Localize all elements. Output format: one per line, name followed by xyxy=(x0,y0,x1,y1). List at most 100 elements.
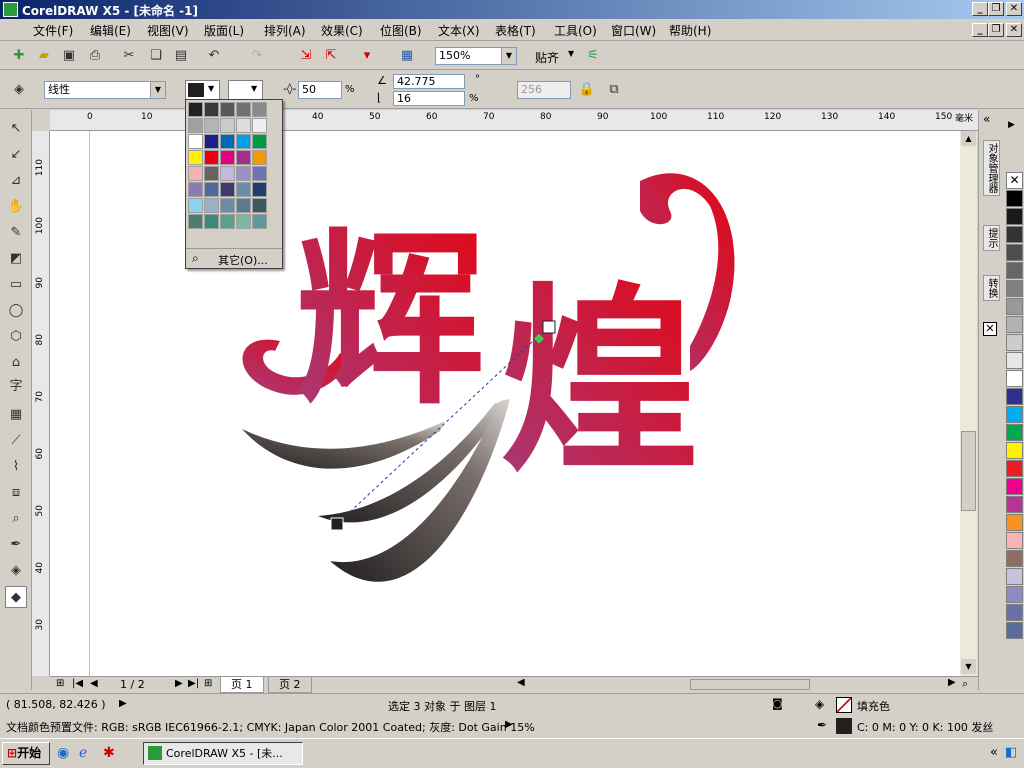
snap-dropdown-icon[interactable]: ▼ xyxy=(568,49,574,58)
doc-close-icon[interactable]: ✕ xyxy=(1006,23,1022,37)
color-cell[interactable] xyxy=(220,198,235,213)
welcome-screen-icon[interactable]: ▦ xyxy=(396,45,418,67)
zoom-navigator-icon[interactable]: ⌕ xyxy=(962,677,968,691)
palette-swatch[interactable] xyxy=(1006,352,1023,369)
table-tool-icon[interactable]: ▦ xyxy=(5,404,27,426)
menu-text[interactable]: 文本(X) xyxy=(438,22,480,39)
gradient-start-handle[interactable] xyxy=(330,517,344,531)
color-cell[interactable] xyxy=(188,134,203,149)
lock-icon[interactable]: 🔒 xyxy=(576,79,598,101)
palette-swatch[interactable] xyxy=(1006,514,1023,531)
shape-tool-icon[interactable]: ↙ xyxy=(5,144,27,166)
import-icon[interactable]: ⇲ xyxy=(295,45,317,67)
new-icon[interactable]: ✚ xyxy=(8,45,30,67)
outline-color-indicator[interactable] xyxy=(836,718,852,734)
menu-arrange[interactable]: 排列(A) xyxy=(264,22,306,39)
palette-swatch[interactable] xyxy=(1006,478,1023,495)
freehand-tool-icon[interactable]: ✎ xyxy=(5,222,27,244)
first-page-icon[interactable]: |◀ xyxy=(72,678,83,689)
color-cell[interactable] xyxy=(220,182,235,197)
chevron-down-icon[interactable]: ▼ xyxy=(150,82,165,98)
pan-tool-icon[interactable]: ✋ xyxy=(5,196,27,218)
color-cell[interactable] xyxy=(220,166,235,181)
color-cell[interactable] xyxy=(204,182,219,197)
vertical-ruler[interactable]: 110 100 90 80 70 60 50 40 30 xyxy=(32,131,50,676)
docker-tab-hints[interactable]: 提示 xyxy=(983,225,1000,251)
color-cell[interactable] xyxy=(204,150,219,165)
palette-swatch[interactable] xyxy=(1006,298,1023,315)
palette-swatch[interactable] xyxy=(1006,460,1023,477)
color-cell[interactable] xyxy=(236,150,251,165)
palette-swatch[interactable] xyxy=(1006,334,1023,351)
color-cell[interactable] xyxy=(236,214,251,229)
end-color-picker[interactable]: ▼ xyxy=(228,80,263,100)
snap-to-label[interactable]: 贴齐 xyxy=(535,49,559,66)
rectangle-tool-icon[interactable]: ▭ xyxy=(5,274,27,296)
color-cell[interactable] xyxy=(188,150,203,165)
tray-expand-icon[interactable]: « xyxy=(990,745,998,760)
scroll-down-icon[interactable]: ▼ xyxy=(961,659,976,674)
palette-swatch[interactable] xyxy=(1006,190,1023,207)
options-icon[interactable]: ⚟ xyxy=(582,45,604,67)
color-cell[interactable] xyxy=(204,134,219,149)
color-cell[interactable] xyxy=(236,166,251,181)
color-cell[interactable] xyxy=(204,102,219,117)
connector-tool-icon[interactable]: ⌇ xyxy=(5,456,27,478)
palette-swatch[interactable] xyxy=(1006,442,1023,459)
eyedropper-tool-icon[interactable]: ⌕ xyxy=(5,508,27,530)
page-tab-2[interactable]: 页 2 xyxy=(268,677,312,693)
paste-icon[interactable]: ▤ xyxy=(170,45,192,67)
taskbar-coreldraw-button[interactable]: CorelDRAW X5 - [未... xyxy=(143,742,303,765)
fill-color-indicator[interactable] xyxy=(836,697,852,713)
color-cell[interactable] xyxy=(204,214,219,229)
fountain-steps-field[interactable]: 256 xyxy=(517,81,571,99)
color-cell[interactable] xyxy=(188,214,203,229)
color-cell[interactable] xyxy=(220,118,235,133)
char-huang[interactable]: 煌 xyxy=(500,264,700,499)
color-cell[interactable] xyxy=(188,182,203,197)
palette-swatch[interactable] xyxy=(1006,262,1023,279)
docker-tab-transform[interactable]: 转换 xyxy=(983,275,1000,301)
interactive-fill-tool-icon[interactable]: ◆ xyxy=(5,586,27,608)
no-color-swatch[interactable]: ✕ xyxy=(1006,172,1023,189)
quicklaunch-icon[interactable]: ✱ xyxy=(103,745,115,761)
fill-type-dropdown[interactable]: 线性 ▼ xyxy=(44,81,166,99)
menu-effects[interactable]: 效果(C) xyxy=(321,22,363,39)
color-cell[interactable] xyxy=(252,118,267,133)
palette-swatch[interactable] xyxy=(1006,244,1023,261)
doc-restore-icon[interactable]: ❐ xyxy=(988,23,1004,37)
color-cell[interactable] xyxy=(220,134,235,149)
color-cell[interactable] xyxy=(220,214,235,229)
palette-swatch[interactable] xyxy=(1006,532,1023,549)
palette-swatch[interactable] xyxy=(1006,622,1023,639)
docker-collapse-icon[interactable]: « xyxy=(983,112,990,126)
angle-field[interactable]: 42.775 xyxy=(393,74,465,89)
add-page-end-icon[interactable]: ⊞ xyxy=(204,678,212,689)
chevron-down-icon[interactable]: ▼ xyxy=(501,48,516,64)
palette-swatch[interactable] xyxy=(1006,568,1023,585)
color-cell[interactable] xyxy=(236,134,251,149)
basic-shapes-icon[interactable]: ⌂ xyxy=(5,352,27,374)
crop-tool-icon[interactable]: ⊿ xyxy=(5,170,27,192)
profile-arrow-icon[interactable]: ▶ xyxy=(505,719,513,730)
color-cell[interactable] xyxy=(252,150,267,165)
export-icon[interactable]: ⇱ xyxy=(320,45,342,67)
char-hui[interactable]: 辉 xyxy=(295,208,485,431)
palette-swatch[interactable] xyxy=(1006,388,1023,405)
color-cell[interactable] xyxy=(188,102,203,117)
color-cell[interactable] xyxy=(204,166,219,181)
palette-scroll-up-icon[interactable]: ▶ xyxy=(1008,120,1015,130)
outline-tool-icon[interactable]: ✒ xyxy=(5,534,27,556)
color-cell[interactable] xyxy=(188,198,203,213)
color-cell[interactable] xyxy=(220,102,235,117)
scroll-thumb[interactable] xyxy=(961,431,976,511)
color-cell[interactable] xyxy=(220,150,235,165)
close-icon[interactable]: ✕ xyxy=(1006,2,1022,16)
color-cell[interactable] xyxy=(236,102,251,117)
doc-minimize-icon[interactable]: _ xyxy=(972,23,988,37)
menu-view[interactable]: 视图(V) xyxy=(147,22,189,39)
palette-swatch[interactable] xyxy=(1006,406,1023,423)
palette-swatch[interactable] xyxy=(1006,550,1023,567)
menu-help[interactable]: 帮助(H) xyxy=(669,22,711,39)
zoom-level-field[interactable]: 150% ▼ xyxy=(435,47,517,65)
